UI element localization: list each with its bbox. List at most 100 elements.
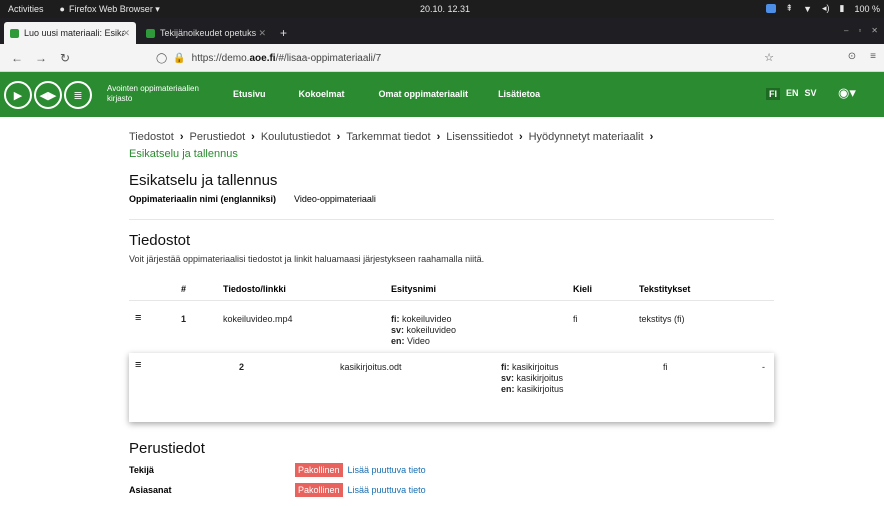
menu-icon[interactable]: ≡ xyxy=(870,51,876,62)
navigation-toolbar: ← → ↻ ◯ 🔒 https://demo.aoe.fi/#/lisaa-op… xyxy=(0,44,884,72)
app-menu-label: Firefox Web Browser ▾ xyxy=(68,3,160,14)
pocket-icon[interactable]: ⊙ xyxy=(848,51,856,62)
table-row-dragging[interactable]: ≡ 2 kasikirjoitus.odt fi: kasikirjoitus … xyxy=(129,353,774,422)
crumb-files[interactable]: Tiedostot xyxy=(129,131,174,143)
file-subtitles: - xyxy=(762,362,765,372)
display-names: fi: kokeiluvideo sv: kokeiluvideo en: Vi… xyxy=(391,314,457,346)
col-file: Tiedosto/linkki xyxy=(223,284,286,294)
tab-title: Luo uusi materiaali: Esika xyxy=(24,28,124,38)
play-icon: ▶ xyxy=(4,81,32,109)
battery-level: 100 % xyxy=(854,3,880,14)
bookmark-star-icon[interactable]: ☆ xyxy=(764,51,774,64)
chevron-right-icon: › xyxy=(179,131,184,143)
nav-home[interactable]: Etusivu xyxy=(233,89,266,99)
lang-fi[interactable]: FI xyxy=(766,88,780,100)
maximize-icon[interactable]: ▫ xyxy=(858,26,861,35)
network-icon: ▼ xyxy=(803,3,812,14)
breadcrumb: Tiedostot › Perustiedot › Koulutustiedot › Tar… xyxy=(129,129,729,163)
firefox-icon: ● xyxy=(59,4,65,14)
drag-handle-icon[interactable]: ≡ xyxy=(135,312,141,324)
crumb-basic[interactable]: Perustiedot xyxy=(190,131,246,143)
row-number: 2 xyxy=(239,362,245,372)
tab-bar: Luo uusi materiaali: Esika ✕ Tekijänoike… xyxy=(0,18,884,44)
audio-icon: ◀▶ xyxy=(34,81,62,109)
forward-icon[interactable]: → xyxy=(34,51,48,65)
system-tray[interactable]: ⇞ ▼ ◂) ▮ 100 % xyxy=(765,3,880,14)
basic-info-heading: Perustiedot xyxy=(129,440,205,457)
accessibility-icon: ⇞ xyxy=(785,3,794,13)
language-switcher: FI EN SV xyxy=(766,88,817,100)
nav-info[interactable]: Lisätietoa xyxy=(498,89,540,99)
material-name-label: Oppimateriaalin nimi (englanniksi) xyxy=(129,194,277,204)
nav-collections[interactable]: Kokoelmat xyxy=(299,89,345,99)
preview-heading: Esikatselu ja tallennus xyxy=(129,172,278,189)
battery-icon: ▮ xyxy=(839,3,845,13)
document-icon: ≣ xyxy=(64,81,92,109)
main-nav: Etusivu Kokoelmat Omat oppimateriaalit L… xyxy=(220,89,540,99)
lang-en[interactable]: EN xyxy=(786,88,799,100)
lock-icon[interactable]: 🔒 xyxy=(173,53,185,64)
file-name: kokeiluvideo.mp4 xyxy=(223,314,293,324)
file-language: fi xyxy=(663,362,668,372)
user-menu-icon[interactable]: ◉▾ xyxy=(838,85,856,101)
display-names: fi: kasikirjoitus sv: kasikirjoitus en: … xyxy=(501,362,564,394)
chevron-right-icon: › xyxy=(336,131,341,143)
col-language: Kieli xyxy=(573,284,593,294)
toolbar-right: ⊙ ≡ xyxy=(848,51,876,62)
required-badge: Pakollinen xyxy=(295,483,343,497)
file-name: kasikirjoitus.odt xyxy=(340,362,402,372)
activities-button[interactable]: Activities xyxy=(8,4,44,14)
required-badge: Pakollinen xyxy=(295,463,343,477)
divider xyxy=(129,219,774,220)
tab-close-icon[interactable]: ✕ xyxy=(258,28,266,39)
close-window-icon[interactable]: ✕ xyxy=(871,26,878,35)
required-field-row: Asiasanat Pakollinen Lisää puuttuva tiet… xyxy=(129,483,426,497)
add-missing-link[interactable]: Lisää puuttuva tieto xyxy=(348,465,426,475)
crumb-license[interactable]: Lisenssitiedot xyxy=(446,131,513,143)
row-number: 1 xyxy=(181,314,187,324)
url-bar[interactable]: ◯ 🔒 https://demo.aoe.fi/#/lisaa-oppimate… xyxy=(156,48,796,68)
crumb-current: Esikatselu ja tallennus xyxy=(129,148,238,160)
os-top-bar: Activities ● Firefox Web Browser ▾ 20.10… xyxy=(0,0,884,18)
url-text: https://demo.aoe.fi/#/lisaa-oppimateriaa… xyxy=(191,52,382,64)
divider xyxy=(129,300,774,301)
field-label: Asiasanat xyxy=(129,485,172,495)
drag-handle-icon[interactable]: ≡ xyxy=(135,359,141,371)
tray-app-icon xyxy=(765,4,776,13)
field-label: Tekijä xyxy=(129,465,154,475)
crumb-details[interactable]: Tarkemmat tiedot xyxy=(346,131,430,143)
file-subtitles: tekstitys (fi) xyxy=(639,314,685,324)
file-language: fi xyxy=(573,314,578,324)
tab-title: Tekijänoikeudet opetuks xyxy=(160,28,257,38)
site-header: ▶ ◀▶ ≣ Avointen oppimateriaalien kirjast… xyxy=(0,72,884,117)
clock[interactable]: 20.10. 12.31 xyxy=(420,4,470,14)
nav-my-materials[interactable]: Omat oppimateriaalit xyxy=(379,89,469,99)
site-favicon-icon xyxy=(146,28,155,38)
col-subtitles: Tekstitykset xyxy=(639,284,691,294)
shield-icon[interactable]: ◯ xyxy=(156,53,167,64)
window-controls: – ▫ ✕ xyxy=(844,26,878,35)
crumb-education[interactable]: Koulutustiedot xyxy=(261,131,331,143)
logo-text[interactable]: Avointen oppimateriaalien kirjasto xyxy=(107,84,207,104)
tab-close-icon[interactable]: ✕ xyxy=(122,28,130,39)
files-heading: Tiedostot xyxy=(129,232,191,249)
tab-copyright[interactable]: Tekijänoikeudet opetuks ✕ xyxy=(140,22,272,44)
back-icon[interactable]: ← xyxy=(10,51,24,65)
material-name-row: Oppimateriaalin nimi (englanniksi) Video… xyxy=(129,194,376,204)
tab-create-material[interactable]: Luo uusi materiaali: Esika ✕ xyxy=(4,22,136,44)
add-missing-link[interactable]: Lisää puuttuva tieto xyxy=(348,485,426,495)
minimize-icon[interactable]: – xyxy=(844,26,848,35)
app-menu[interactable]: ● Firefox Web Browser ▾ xyxy=(60,4,160,15)
site-favicon-icon xyxy=(10,28,19,38)
crumb-used-materials[interactable]: Hyödynnetyt materiaalit xyxy=(529,131,644,143)
material-name-value: Video-oppimateriaali xyxy=(294,194,376,204)
chevron-right-icon: › xyxy=(436,131,441,143)
col-number: # xyxy=(181,284,187,294)
lang-sv[interactable]: SV xyxy=(805,88,817,100)
chevron-right-icon: › xyxy=(518,131,523,143)
chevron-right-icon: › xyxy=(649,131,654,143)
new-tab-button[interactable]: + xyxy=(280,22,287,44)
files-description: Voit järjestää oppimateriaalisi tiedosto… xyxy=(129,254,485,264)
site-logo[interactable]: ▶ ◀▶ ≣ xyxy=(4,81,92,109)
reload-icon[interactable]: ↻ xyxy=(58,51,72,65)
